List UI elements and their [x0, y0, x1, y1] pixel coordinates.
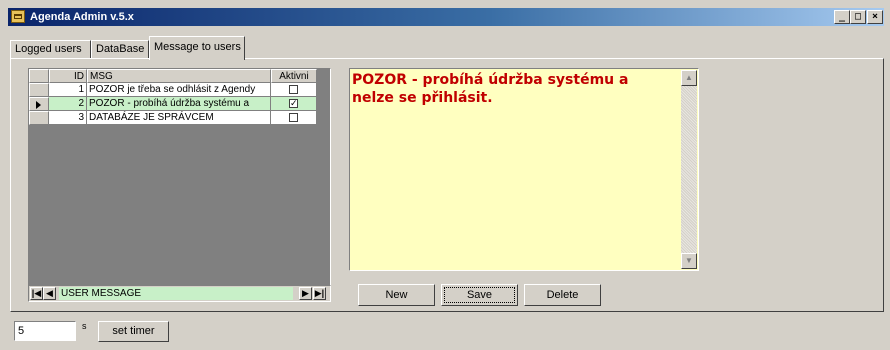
message-text[interactable]: POZOR - probíhá údržba systému a nelze s…	[352, 71, 676, 107]
cell-id[interactable]: 1	[49, 83, 87, 97]
window-title: Agenda Admin v.5.x	[30, 11, 134, 23]
timer-unit-label: s	[82, 321, 87, 331]
cell-msg[interactable]: POZOR je třeba se odhlásit z Agendy	[87, 83, 271, 97]
checkbox[interactable]	[289, 85, 298, 94]
column-header-msg[interactable]: MSG	[87, 69, 271, 83]
header-indicator	[29, 69, 49, 83]
cell-aktivni[interactable]	[271, 111, 317, 125]
cell-aktivni[interactable]: ✓	[271, 97, 317, 111]
table-row[interactable]: 1 POZOR je třeba se odhlásit z Agendy	[29, 83, 318, 97]
message-memo[interactable]: POZOR - probíhá údržba systému a nelze s…	[349, 68, 699, 271]
nav-prior-button[interactable]: ◀	[43, 287, 56, 300]
timer-input[interactable]	[14, 321, 76, 341]
nav-first-button[interactable]: |◀	[30, 287, 43, 300]
row-indicator	[29, 111, 49, 125]
scroll-up-icon[interactable]: ▲	[681, 70, 697, 86]
grid-area: ID MSG Aktivni 1 POZOR je třeba se odhlá…	[29, 69, 330, 279]
save-button[interactable]: Save	[441, 284, 518, 306]
navigator-label: USER MESSAGE	[59, 287, 293, 300]
scroll-down-icon[interactable]: ▼	[681, 253, 697, 269]
cell-id[interactable]: 2	[49, 97, 87, 111]
memo-scrollbar[interactable]: ▲ ▼	[681, 70, 697, 269]
cell-msg[interactable]: POZOR - probíhá údržba systému a	[87, 97, 271, 111]
tab-message-to-users[interactable]: Message to users	[149, 36, 245, 60]
checkbox[interactable]: ✓	[289, 99, 298, 108]
db-navigator: |◀ ◀ USER MESSAGE ▶ ▶|	[28, 285, 331, 302]
cell-id[interactable]: 3	[49, 111, 87, 125]
table-row[interactable]: 3 DATABÁZE JE SPRÁVCEM	[29, 111, 318, 125]
cell-aktivni[interactable]	[271, 83, 317, 97]
maximize-button[interactable]: □	[850, 10, 866, 24]
app-window: Agenda Admin v.5.x _ □ × Logged users Da…	[0, 0, 890, 350]
grid-header: ID MSG Aktivni	[29, 69, 318, 83]
new-button[interactable]: New	[358, 284, 435, 306]
delete-button[interactable]: Delete	[524, 284, 601, 306]
table-row[interactable]: 2 POZOR - probíhá údržba systému a ✓	[29, 97, 318, 111]
row-indicator	[29, 97, 49, 111]
close-button[interactable]: ×	[867, 10, 883, 24]
cell-msg[interactable]: DATABÁZE JE SPRÁVCEM	[87, 111, 271, 125]
set-timer-button[interactable]: set timer	[98, 321, 169, 342]
app-icon	[11, 10, 25, 23]
minimize-button[interactable]: _	[834, 10, 850, 24]
messages-grid[interactable]: ID MSG Aktivni 1 POZOR je třeba se odhlá…	[28, 68, 331, 302]
column-header-aktivni[interactable]: Aktivni	[271, 69, 317, 83]
column-header-id[interactable]: ID	[49, 69, 87, 83]
tab-database[interactable]: DataBase	[91, 40, 149, 58]
current-row-pointer-icon	[36, 101, 41, 109]
checkbox[interactable]	[289, 113, 298, 122]
nav-next-button[interactable]: ▶	[299, 287, 312, 300]
nav-last-button[interactable]: ▶|	[313, 287, 326, 300]
row-indicator	[29, 83, 49, 97]
tab-logged-users[interactable]: Logged users	[10, 40, 91, 58]
title-bar[interactable]: Agenda Admin v.5.x _ □ ×	[8, 8, 884, 26]
